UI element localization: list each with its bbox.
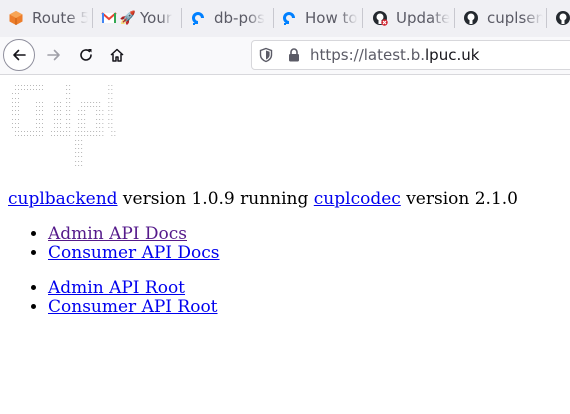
tab-label: Update [396, 9, 451, 27]
tab-separator [92, 8, 93, 28]
tab-route53[interactable]: Route 5 [8, 0, 88, 36]
docs-link-list: Admin API Docs Consumer API Docs [8, 225, 220, 263]
github-icon [555, 10, 570, 26]
cuplbackend-link[interactable]: cuplbackend [8, 189, 118, 209]
tab-separator [181, 8, 182, 28]
tab-update[interactable]: Update [372, 0, 452, 36]
consumer-api-root-link[interactable]: Consumer API Root [48, 297, 218, 317]
reload-icon [78, 47, 94, 63]
rocket-emoji-icon: 🚀 [119, 10, 137, 26]
cupl-ascii-logo: .......... .. .. .......... .. .. ... ..… [11, 82, 117, 168]
version-text-1: version 1.0.9 running [117, 189, 314, 209]
tab-gmail[interactable]: 🚀 Your [101, 0, 177, 36]
github-failed-icon [372, 10, 388, 26]
tab-label: cuplsen [487, 9, 543, 27]
url-domain: lpuc.uk [425, 46, 480, 64]
tab-separator [454, 8, 455, 28]
tab-strip: Route 5 🚀 Your db-pos How to Update cupl [0, 0, 570, 37]
home-button[interactable] [101, 39, 133, 71]
tab-how-to[interactable]: How to [281, 0, 359, 36]
github-icon [463, 10, 479, 26]
tab-label: Route 5 [32, 9, 88, 27]
gmail-icon [101, 10, 117, 26]
tab-label: Your [140, 9, 173, 27]
version-line: cuplbackend version 1.0.9 running cuplco… [8, 189, 518, 209]
url-text[interactable]: https://latest.b.lpuc.uk [310, 46, 479, 64]
back-arrow-icon [11, 47, 27, 63]
aws-route53-icon [8, 10, 24, 26]
address-bar[interactable]: https://latest.b.lpuc.uk [251, 40, 570, 70]
list-item: Consumer API Root [48, 298, 218, 317]
cuplcodec-link[interactable]: cuplcodec [314, 189, 401, 209]
reload-button[interactable] [70, 39, 102, 71]
navigation-toolbar: https://latest.b.lpuc.uk [0, 37, 570, 75]
tab-label: db-pos [214, 9, 265, 27]
list-item: Consumer API Docs [48, 244, 220, 263]
tab-cuplsensor[interactable]: cuplsen [463, 0, 543, 36]
digitalocean-icon [281, 10, 297, 26]
page-content: .......... .. .. .......... .. .. ... ..… [0, 75, 570, 414]
url-prefix: https://latest.b. [310, 46, 425, 64]
home-icon [109, 47, 125, 63]
tab-github[interactable] [555, 0, 570, 36]
tab-separator [362, 8, 363, 28]
tab-separator [273, 8, 274, 28]
digitalocean-icon [190, 10, 206, 26]
lock-icon[interactable] [286, 47, 302, 63]
version-text-2: version 2.1.0 [400, 189, 518, 209]
list-item: Admin API Root [48, 279, 218, 298]
shield-icon[interactable] [258, 47, 274, 63]
tab-separator [546, 8, 547, 28]
consumer-api-docs-link[interactable]: Consumer API Docs [48, 243, 220, 263]
tab-label: How to [305, 9, 358, 27]
forward-button[interactable] [38, 39, 70, 71]
tab-db-postgres[interactable]: db-pos [190, 0, 270, 36]
root-link-list: Admin API Root Consumer API Root [8, 279, 218, 317]
forward-arrow-icon [46, 47, 62, 63]
admin-api-root-link[interactable]: Admin API Root [48, 278, 185, 298]
admin-api-docs-link[interactable]: Admin API Docs [48, 224, 187, 244]
back-button[interactable] [3, 39, 35, 71]
list-item: Admin API Docs [48, 225, 220, 244]
